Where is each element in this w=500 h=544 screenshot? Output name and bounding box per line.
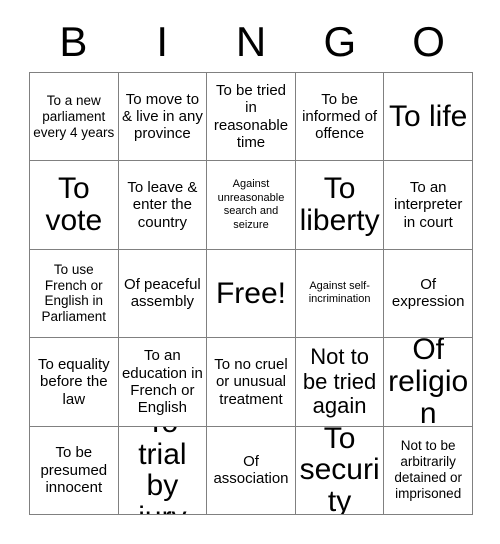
bingo-cell-label: Not to be tried again <box>302 343 377 419</box>
bingo-cell[interactable]: To be informed of offence <box>295 73 385 162</box>
bingo-cell-label: Free! <box>215 276 286 310</box>
bingo-cell[interactable]: To equality before the law <box>30 338 119 427</box>
bingo-cell[interactable]: To security <box>295 426 385 515</box>
bingo-grid: To a new parliament every 4 years To mov… <box>29 72 473 515</box>
bingo-cell[interactable]: Against self-incrimination <box>295 249 385 339</box>
bingo-cell[interactable]: To be tried in reasonable time <box>207 73 296 162</box>
bingo-cell[interactable]: To life <box>384 73 473 162</box>
bingo-cell-label: Of association <box>213 452 289 488</box>
bingo-cell[interactable]: Against unreasonable search and seizure <box>207 161 296 250</box>
header-letter-g: G <box>323 18 357 65</box>
bingo-cell[interactable]: To trial by jury <box>118 426 208 515</box>
bingo-cell-label: Against unreasonable search and seizure <box>217 178 285 231</box>
bingo-cell[interactable]: Not to be tried again <box>295 338 385 427</box>
bingo-cell[interactable]: Of association <box>207 426 296 515</box>
bingo-cell-label: Of religion <box>388 338 469 427</box>
header-letter-n: N <box>235 18 267 65</box>
bingo-cell[interactable]: To an interpreter in court <box>384 161 473 250</box>
bingo-cell[interactable]: To be presumed innocent <box>30 426 119 515</box>
bingo-cell[interactable]: To move to & live in any province <box>118 73 208 162</box>
bingo-cell-label: Against self-incrimination <box>308 280 371 306</box>
bingo-cell[interactable]: Of religion <box>384 338 473 427</box>
bingo-cell-label: To an education in French or English <box>121 347 203 417</box>
bingo-cell-label: To be presumed innocent <box>40 444 108 496</box>
bingo-cell-label: To security <box>299 426 380 515</box>
bingo-cell-label: To life <box>389 99 468 133</box>
bingo-cell[interactable]: To an education in French or English <box>118 338 208 427</box>
bingo-cell-label: To a new parliament every 4 years <box>33 92 115 140</box>
bingo-cell-label: To trial by jury <box>138 427 187 514</box>
bingo-cell-label: To be tried in reasonable time <box>213 81 289 152</box>
bingo-header: B I N G O <box>29 14 473 70</box>
header-letter-b: B <box>59 18 88 65</box>
bingo-cell-label: To an interpreter in court <box>394 179 463 231</box>
bingo-cell[interactable]: Of expression <box>384 249 473 339</box>
bingo-cell-label: To be informed of offence <box>302 90 378 143</box>
bingo-cell[interactable]: Of peaceful assembly <box>118 249 208 339</box>
bingo-cell-label: To equality before the law <box>37 355 110 408</box>
bingo-cell-label: Not to be arbitrarily detained or impris… <box>394 438 462 502</box>
bingo-cell[interactable]: To use French or English in Parliament <box>30 249 119 339</box>
bingo-cell-label: To vote <box>45 172 103 238</box>
bingo-card: B I N G O To a new parliament every 4 ye… <box>0 0 500 544</box>
bingo-cell[interactable]: To leave & enter the country <box>118 161 208 250</box>
bingo-cell-free[interactable]: Free! <box>207 249 296 339</box>
bingo-cell[interactable]: To liberty <box>295 161 385 250</box>
bingo-cell-label: To move to & live in any province <box>121 90 203 143</box>
header-letter-o: O <box>412 18 445 65</box>
bingo-cell[interactable]: To a new parliament every 4 years <box>30 73 119 162</box>
bingo-cell-label: To leave & enter the country <box>127 179 198 231</box>
header-letter-i: I <box>156 18 169 65</box>
bingo-cell-label: To no cruel or unusual treatment <box>214 355 288 408</box>
bingo-cell[interactable]: Not to be arbitrarily detained or impris… <box>384 426 473 515</box>
bingo-cell-label: Of expression <box>391 276 465 311</box>
bingo-cell-label: To use French or English in Parliament <box>41 261 107 325</box>
bingo-cell-label: To liberty <box>299 172 380 238</box>
bingo-cell-label: Of peaceful assembly <box>124 276 201 311</box>
bingo-cell[interactable]: To vote <box>30 161 119 250</box>
bingo-cell[interactable]: To no cruel or unusual treatment <box>207 338 296 427</box>
